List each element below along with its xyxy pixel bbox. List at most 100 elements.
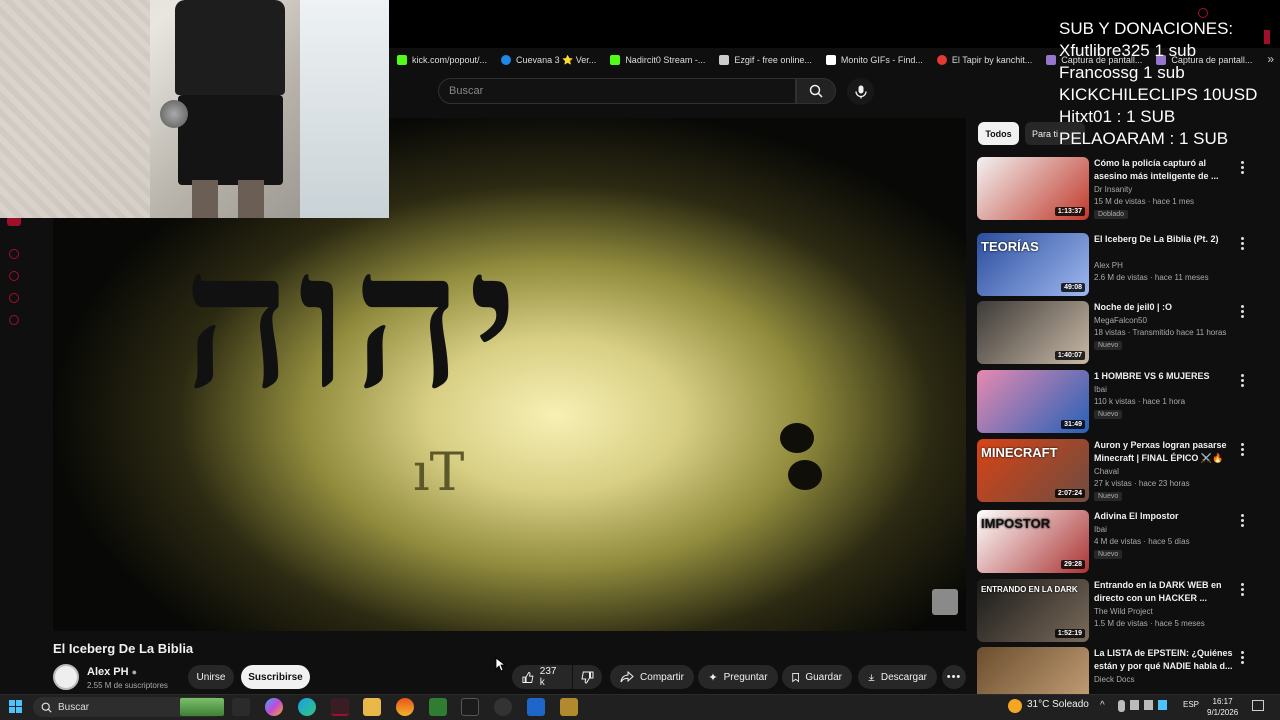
share-button[interactable]: Compartir xyxy=(610,665,694,689)
tray-icons[interactable] xyxy=(1118,700,1174,712)
recommendation-title[interactable]: El Iceberg De La Biblia (Pt. 2) xyxy=(1094,233,1234,246)
history-icon[interactable] xyxy=(9,271,19,281)
bookmark-item[interactable]: Cuevana 3 ⭐ Ver... xyxy=(501,55,596,66)
thumbnail-text: ENTRANDO EN LA DARK xyxy=(981,585,1078,594)
bookmark-item[interactable]: El Tapir by kanchit... xyxy=(936,55,1032,65)
more-vertical-icon[interactable] xyxy=(1237,441,1247,458)
recommendation-channel[interactable]: The Wild Project xyxy=(1094,607,1153,616)
cloud-icon[interactable] xyxy=(1158,700,1167,710)
download-icon xyxy=(868,673,875,681)
ask-button[interactable]: ✦ Preguntar xyxy=(698,665,778,689)
settings-icon[interactable] xyxy=(9,315,19,325)
voice-search-button[interactable] xyxy=(847,78,874,105)
video-thumbnail[interactable]: 31:49 xyxy=(977,370,1089,433)
video-thumbnail[interactable]: IMPOSTOR 29:28 xyxy=(977,510,1089,573)
more-vertical-icon[interactable] xyxy=(1237,512,1247,529)
language-indicator[interactable]: ESP xyxy=(1183,700,1199,709)
download-button[interactable]: Descargar xyxy=(858,665,937,689)
notifications-icon[interactable] xyxy=(1252,700,1264,711)
search-input[interactable]: Buscar xyxy=(438,78,796,104)
epic-games-icon[interactable] xyxy=(461,698,479,716)
chevron-up-icon[interactable]: ^ xyxy=(1100,700,1105,711)
more-vertical-icon[interactable] xyxy=(1237,303,1247,320)
channel-watermark-icon[interactable] xyxy=(932,589,958,615)
overlay-line: Hitxt01 : 1 SUB xyxy=(1059,107,1176,126)
search-button[interactable] xyxy=(796,78,836,104)
speaker-icon[interactable] xyxy=(1130,700,1139,710)
video-thumbnail[interactable]: 1:40:07 xyxy=(977,301,1089,364)
like-button[interactable]: 237 k xyxy=(512,665,572,689)
video-title: El Iceberg De La Biblia xyxy=(53,641,194,656)
recommendation-item[interactable]: ENTRANDO EN LA DARK 1:52:19 Entrando en la… xyxy=(977,579,1277,645)
more-vertical-icon[interactable] xyxy=(1237,159,1247,176)
chat-icon[interactable] xyxy=(9,293,19,303)
weather-widget[interactable]: 31°C Soleado xyxy=(1027,699,1089,710)
recommendation-item[interactable]: IMPOSTOR 29:28 Adivina El Impostor Ibai 4 M … xyxy=(977,510,1277,576)
recommendation-channel[interactable]: MegaFalcon50 xyxy=(1094,316,1147,325)
video-thumbnail[interactable]: 1:13:37 xyxy=(977,157,1089,220)
task-view-icon[interactable] xyxy=(232,698,250,716)
video-thumbnail[interactable]: TEORÍAS 49:08 xyxy=(977,233,1089,296)
recommendation-title[interactable]: La LISTA de EPSTEIN: ¿Quiénes están y po… xyxy=(1094,647,1234,673)
bookmark-item[interactable]: Ezgif - free online... xyxy=(719,55,812,65)
more-vertical-icon[interactable] xyxy=(1237,372,1247,389)
browser-icon[interactable] xyxy=(396,698,414,716)
donations-overlay: SUB Y DONACIONES: Xfutlibre325 1 sub Fra… xyxy=(1059,18,1280,150)
recommendation-meta: 1.5 M de vistas · hace 5 meses xyxy=(1094,619,1205,628)
recommendation-channel[interactable]: Ibai xyxy=(1094,385,1107,394)
avatar[interactable] xyxy=(53,664,79,690)
recommendation-item[interactable]: MINECRAFT 2:07:24 Auron y Perxas logran pa… xyxy=(977,439,1277,505)
chip-all[interactable]: Todos xyxy=(978,122,1019,145)
recommendation-channel[interactable]: Chaval xyxy=(1094,467,1119,476)
opera-icon[interactable] xyxy=(331,698,349,716)
file-explorer-icon[interactable] xyxy=(363,698,381,716)
join-button[interactable]: Unirse xyxy=(188,665,234,689)
rail-icon[interactable] xyxy=(9,249,19,259)
recommendation-channel[interactable]: Ibai xyxy=(1094,525,1107,534)
recommendation-item[interactable]: 1:13:37 Cómo la policía capturó al asesin… xyxy=(977,157,1277,223)
obs-icon[interactable] xyxy=(494,698,512,716)
recommendation-channel[interactable]: Alex PH xyxy=(1094,261,1123,270)
recommendation-title[interactable]: 1 HOMBRE VS 6 MUJERES xyxy=(1094,370,1234,383)
recommendation-item[interactable]: TEORÍAS 49:08 El Iceberg De La Biblia (Pt.… xyxy=(977,233,1277,299)
recommendation-title[interactable]: Noche de jeil0 | :O xyxy=(1094,301,1234,314)
app-icon[interactable] xyxy=(429,698,447,716)
video-thumbnail[interactable]: ENTRANDO EN LA DARK 1:52:19 xyxy=(977,579,1089,642)
copilot-icon[interactable] xyxy=(265,698,283,716)
bookmark-item[interactable]: Monito GIFs - Find... xyxy=(825,55,923,65)
dislike-button[interactable] xyxy=(573,665,602,689)
battery-icon[interactable] xyxy=(1144,700,1153,710)
recommendation-meta: 15 M de vistas · hace 1 mes xyxy=(1094,197,1195,206)
recommendation-channel[interactable]: Dr Insanity xyxy=(1094,185,1132,194)
video-thumbnail[interactable]: MINECRAFT 2:07:24 xyxy=(977,439,1089,502)
recommendation-title[interactable]: Auron y Perxas logran pasarse Minecraft … xyxy=(1094,439,1234,465)
game-launcher-icon[interactable] xyxy=(560,698,578,716)
thumbnail-text: MINECRAFT xyxy=(981,445,1058,460)
search-icon[interactable] xyxy=(1198,8,1208,18)
bookmark-item[interactable]: Nadircit0 Stream -... xyxy=(610,55,705,65)
save-button[interactable]: Guardar xyxy=(782,665,852,689)
more-vertical-icon[interactable] xyxy=(1237,649,1247,666)
clock[interactable]: 16:17 9/1/2026 xyxy=(1207,696,1238,718)
windows-start-icon[interactable] xyxy=(9,700,22,713)
recommendation-meta: 27 k vistas · hace 23 horas xyxy=(1094,479,1190,488)
search-icon xyxy=(41,702,52,713)
more-actions-button[interactable]: ••• xyxy=(942,665,966,689)
recommendation-item[interactable]: 1:40:07 Noche de jeil0 | :O MegaFalcon50 18… xyxy=(977,301,1277,367)
recommendation-badge: Doblado xyxy=(1094,210,1129,219)
verified-icon: ● xyxy=(131,667,138,677)
recommendation-title[interactable]: Cómo la policía capturó al asesino más i… xyxy=(1094,157,1234,183)
ezgif-icon xyxy=(719,55,730,65)
recommendation-title[interactable]: Adivina El Impostor xyxy=(1094,510,1234,523)
more-vertical-icon[interactable] xyxy=(1237,581,1247,598)
recommendation-channel[interactable]: Dieck Docs xyxy=(1094,675,1134,684)
channel-name[interactable]: Alex PH ● xyxy=(87,666,137,678)
bookmark-item[interactable]: kick.com/popout/... xyxy=(397,55,487,65)
recommendation-item[interactable]: 31:49 1 HOMBRE VS 6 MUJERES Ibai 110 k vist… xyxy=(977,370,1277,436)
microphone-icon[interactable] xyxy=(1118,700,1125,712)
store-icon[interactable] xyxy=(527,698,545,716)
edge-icon[interactable] xyxy=(298,698,316,716)
subscribe-button[interactable]: Suscribirse xyxy=(241,665,310,689)
more-vertical-icon[interactable] xyxy=(1237,235,1247,252)
recommendation-title[interactable]: Entrando en la DARK WEB en directo con u… xyxy=(1094,579,1234,605)
